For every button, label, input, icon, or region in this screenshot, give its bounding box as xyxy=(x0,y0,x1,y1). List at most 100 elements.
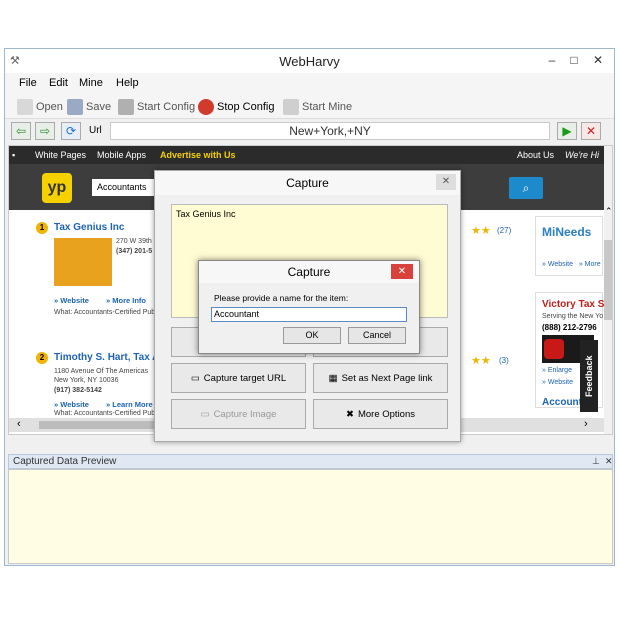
open-label: Open xyxy=(36,101,63,113)
close-button[interactable]: ✕ xyxy=(587,51,609,69)
listing-title[interactable]: Timothy S. Hart, Tax At xyxy=(54,352,163,363)
captured-preview-header: Captured Data Preview ⊥ ✕ xyxy=(8,454,613,469)
listing-phone: (347) 201-5 xyxy=(116,248,153,255)
listing-title[interactable]: Tax Genius Inc xyxy=(54,222,124,233)
side-ad-enlarge-link[interactable]: » Enlarge xyxy=(542,367,572,374)
yp-link-advertise[interactable]: Advertise with Us xyxy=(160,150,236,160)
yp-link-white-pages[interactable]: White Pages xyxy=(35,150,86,160)
go-play-icon[interactable]: ▶ xyxy=(557,122,577,140)
listing-number: 1 xyxy=(36,222,48,234)
star-rating-icon: ★★ xyxy=(471,355,491,367)
start-config-label: Start Config xyxy=(137,101,196,113)
url-label: Url xyxy=(89,125,102,136)
listing-ad-image xyxy=(54,238,112,286)
start-mine-label: Start Mine xyxy=(302,101,353,113)
capture-image-label: Capture Image xyxy=(213,408,277,420)
navigation-bar: ⇦ ⇨ ⟳ Url New+York,+NY ▶ ✕ xyxy=(5,119,614,143)
scroll-h-thumb[interactable] xyxy=(39,421,159,429)
capture-url-button[interactable]: ▭ Capture target URL xyxy=(171,363,306,393)
scroll-thumb[interactable] xyxy=(604,240,612,320)
minimize-button[interactable]: – xyxy=(541,51,563,69)
stop-config-button[interactable]: Stop Config xyxy=(198,99,274,115)
options-icon: ✖ xyxy=(346,408,354,420)
forward-arrow-icon[interactable]: ⇨ xyxy=(35,122,55,140)
open-button[interactable]: Open xyxy=(17,99,63,115)
capture-dialog-title: Capture xyxy=(155,171,460,195)
yp-link-hiring[interactable]: We're Hi xyxy=(565,150,599,160)
toolbar: Open Save Start Config Stop Config Start… xyxy=(5,93,614,119)
side-ad-links[interactable]: » Website » More xyxy=(542,261,601,268)
scroll-up-icon[interactable]: ⌃ xyxy=(605,206,612,217)
more-options-button[interactable]: ✖ More Options xyxy=(313,399,448,429)
start-config-button[interactable]: Start Config xyxy=(118,99,195,115)
side-ad-subtitle: Serving the New Yo xyxy=(542,313,604,320)
review-count[interactable]: (3) xyxy=(499,356,509,365)
review-count[interactable]: (27) xyxy=(497,226,511,235)
menu-edit[interactable]: Edit xyxy=(49,77,68,89)
listing-more-info-link[interactable]: » More Info xyxy=(106,296,146,305)
capture-image-button[interactable]: ▭ Capture Image xyxy=(171,399,306,429)
panel-close-icon[interactable]: ✕ xyxy=(605,455,613,468)
listing-learn-more-link[interactable]: » Learn More xyxy=(106,400,153,409)
capture-url-label: Capture target URL xyxy=(203,372,287,384)
menu-file[interactable]: File xyxy=(19,77,37,89)
stop-x-icon[interactable]: ✕ xyxy=(581,122,601,140)
listing-what: What: Accountants-Certified Public xyxy=(54,410,162,417)
start-mine-button[interactable]: Start Mine xyxy=(283,99,352,115)
scroll-left-icon[interactable]: ‹ xyxy=(17,418,21,430)
name-item-dialog-title: Capture xyxy=(199,261,419,283)
menu-help[interactable]: Help xyxy=(116,77,139,89)
listing-address-city: New York, NY 10036 xyxy=(54,377,119,384)
vertical-scrollbar[interactable]: ⌃ xyxy=(604,146,612,434)
name-item-dialog: Capture ✕ Please provide a name for the … xyxy=(198,260,420,354)
page-icon: ▦ xyxy=(328,372,338,384)
side-ad-title[interactable]: Victory Tax Sc xyxy=(542,299,610,310)
wrench-icon xyxy=(118,99,134,115)
title-bar: ⚒ WebHarvy – □ ✕ xyxy=(5,49,614,73)
star-rating-icon: ★★ xyxy=(471,225,491,237)
next-page-button[interactable]: ▦ Set as Next Page link xyxy=(313,363,448,393)
link-icon: ▭ xyxy=(190,372,200,384)
feedback-tab[interactable]: Feedback xyxy=(580,340,598,412)
next-page-label: Set as Next Page link xyxy=(341,372,433,384)
yp-search-input[interactable]: Accountants xyxy=(92,179,162,196)
yp-link-mobile-apps[interactable]: Mobile Apps xyxy=(97,150,146,160)
stop-sign-icon xyxy=(544,339,564,359)
save-label: Save xyxy=(86,101,112,113)
yp-logo[interactable]: yp xyxy=(42,173,72,203)
save-button[interactable]: Save xyxy=(67,99,111,115)
back-arrow-icon[interactable]: ⇦ xyxy=(11,122,31,140)
yp-top-bar: ▪ White Pages Mobile Apps Advertise with… xyxy=(9,146,612,164)
scroll-right-icon[interactable]: › xyxy=(584,418,588,430)
person-icon: ▪ xyxy=(12,150,16,160)
listing-website-link[interactable]: » Website xyxy=(54,296,89,305)
stop-icon xyxy=(198,99,214,115)
menu-mine[interactable]: Mine xyxy=(79,77,103,89)
side-ad-website-link[interactable]: » Website xyxy=(542,379,573,386)
name-prompt-label: Please provide a name for the item: xyxy=(214,293,349,303)
close-icon[interactable]: ✕ xyxy=(391,264,413,279)
url-input[interactable]: New+York,+NY xyxy=(110,122,550,140)
window-title: WebHarvy xyxy=(279,54,340,69)
more-options-label: More Options xyxy=(357,408,415,420)
close-icon[interactable]: ✕ xyxy=(436,174,456,190)
listing-phone: (917) 382-5142 xyxy=(54,387,102,394)
yp-link-about[interactable]: About Us xyxy=(517,150,554,160)
refresh-icon[interactable]: ⟳ xyxy=(61,122,81,140)
stop-config-label: Stop Config xyxy=(217,101,275,113)
side-ad-phone: (888) 212-2796 xyxy=(542,323,597,332)
listing-number: 2 xyxy=(36,352,48,364)
ok-button[interactable]: OK xyxy=(283,327,341,344)
captured-preview-title: Captured Data Preview xyxy=(13,456,117,467)
maximize-button[interactable]: □ xyxy=(563,51,585,69)
image-icon: ▭ xyxy=(200,408,210,420)
menu-bar: File Edit Mine Help xyxy=(5,73,614,93)
listing-address: 1180 Avenue Of The Americas xyxy=(54,368,149,375)
open-icon xyxy=(17,99,33,115)
listing-website-link[interactable]: » Website xyxy=(54,400,89,409)
item-name-input[interactable]: Accountant xyxy=(211,307,407,322)
pin-icon[interactable]: ⊥ xyxy=(592,455,600,468)
cancel-button[interactable]: Cancel xyxy=(348,327,406,344)
side-ad-logo[interactable]: MiNeeds xyxy=(542,225,591,239)
search-icon[interactable]: ⌕ xyxy=(509,177,543,199)
